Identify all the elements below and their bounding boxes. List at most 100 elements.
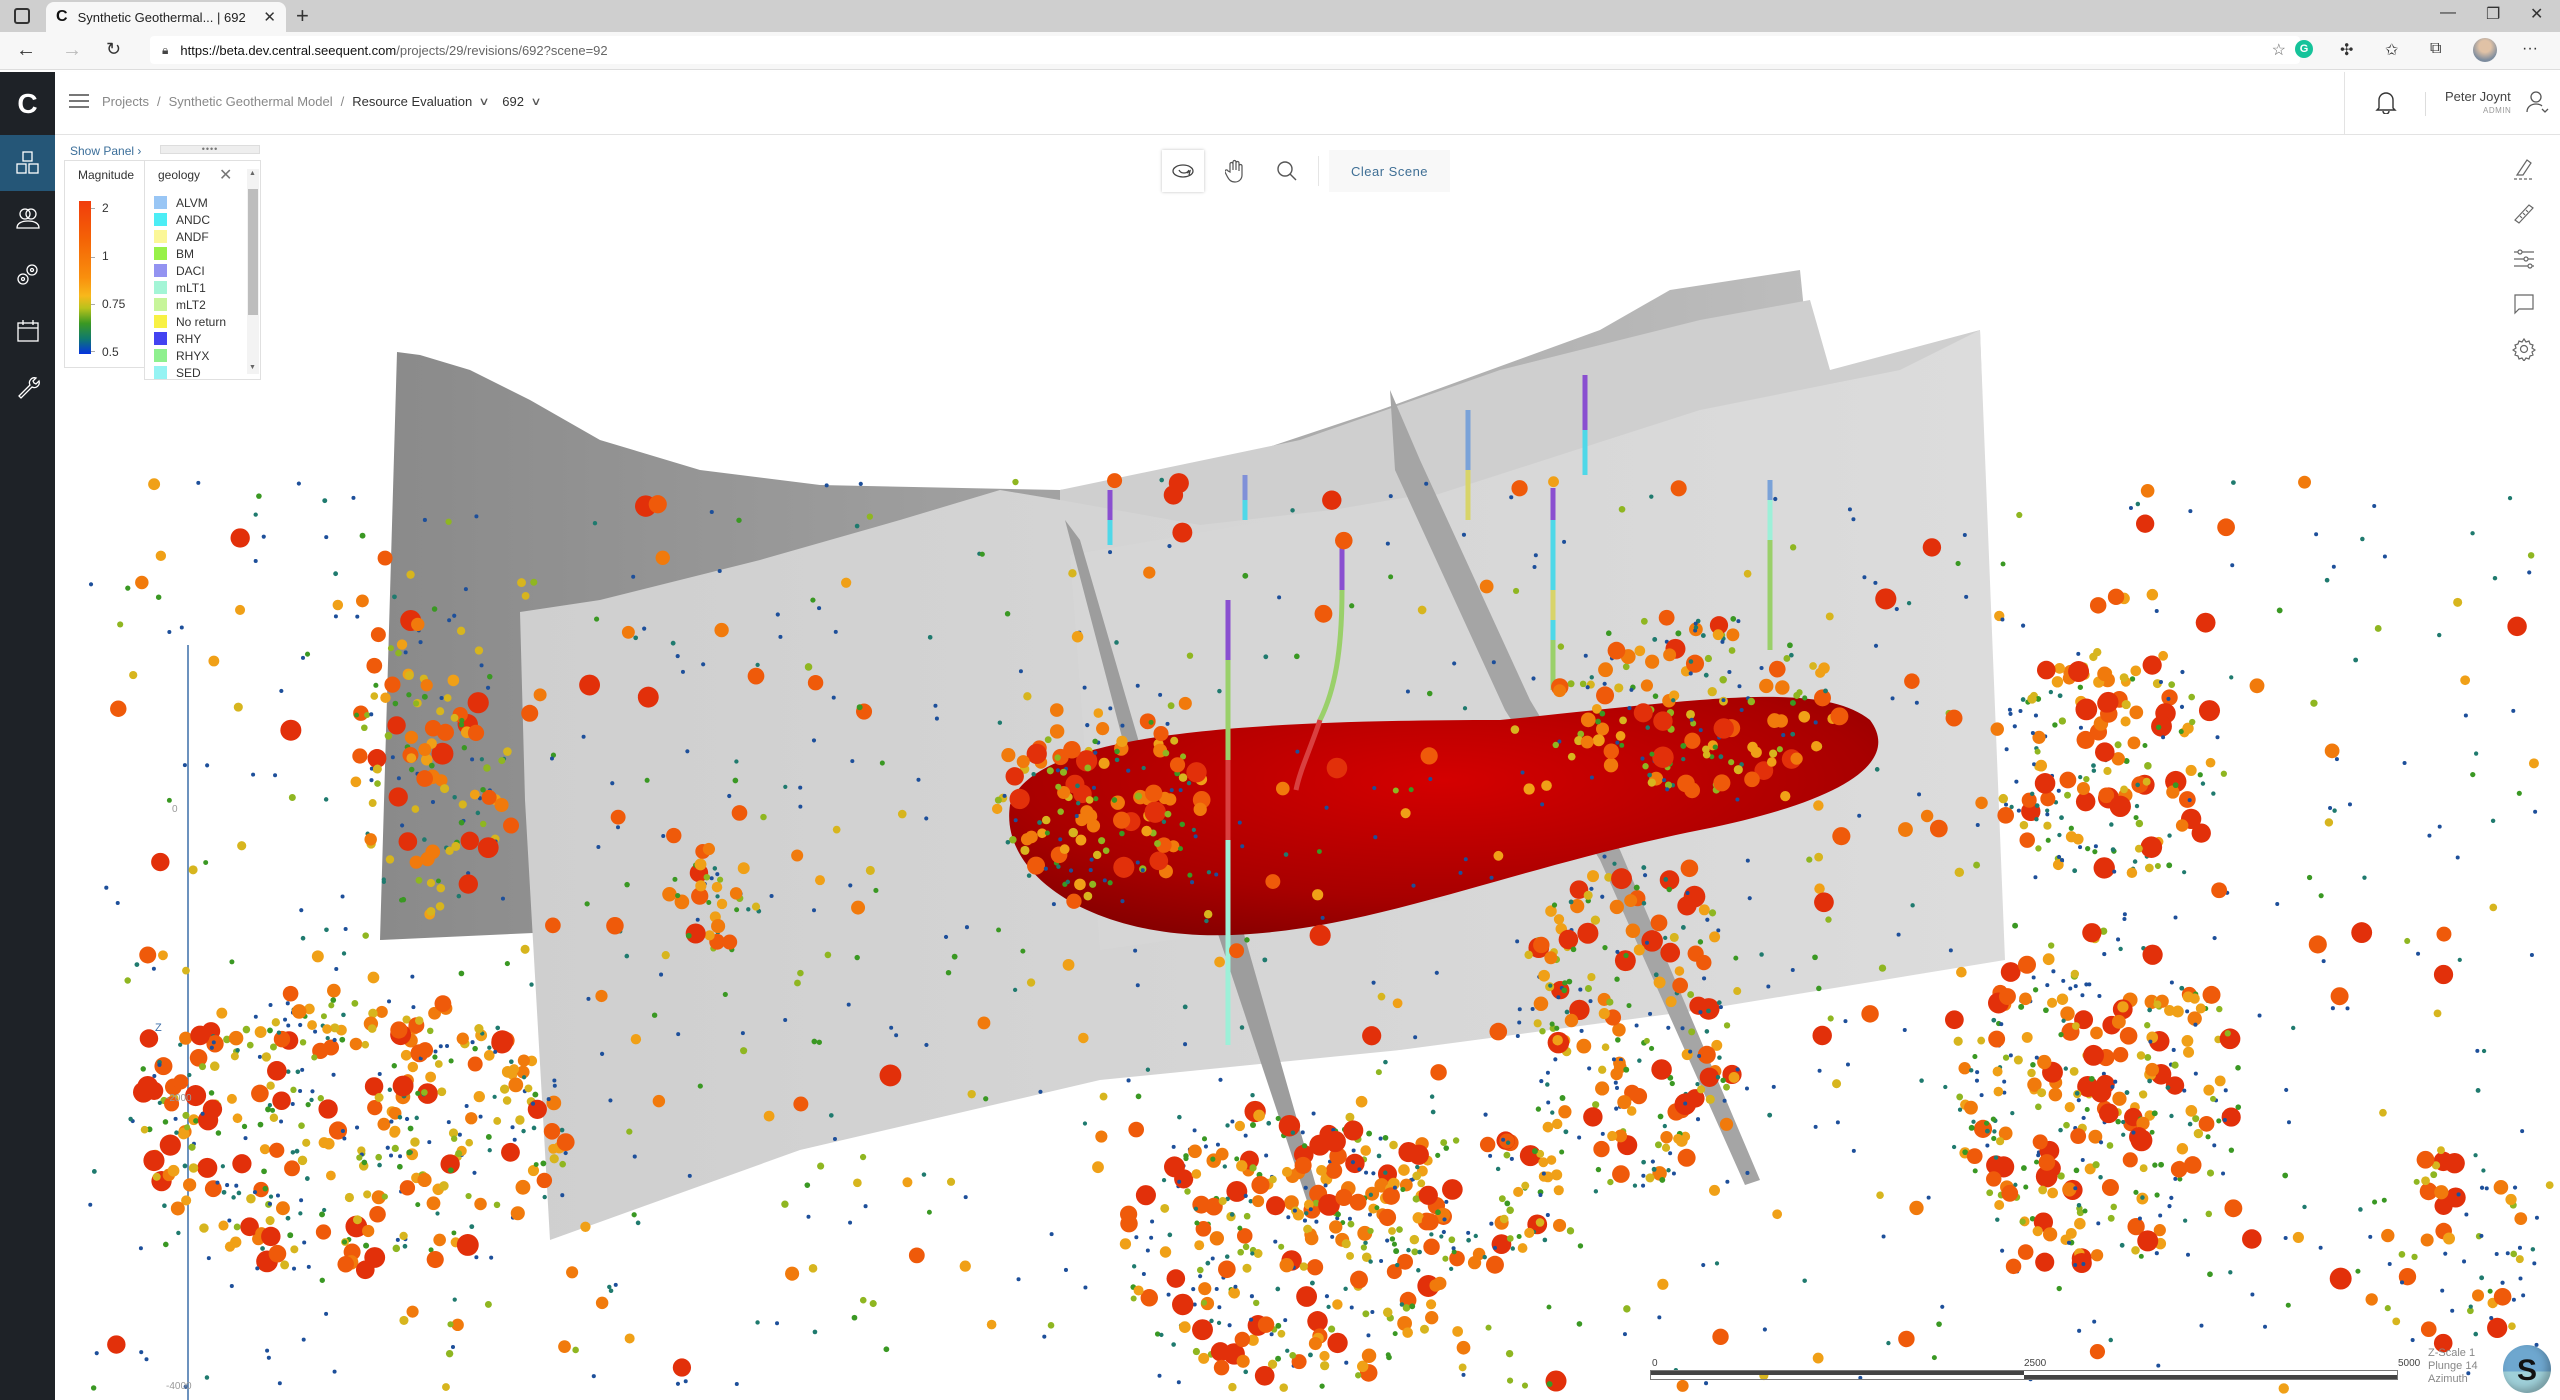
sidebar-item-users[interactable] xyxy=(0,191,55,247)
ruler-icon[interactable] xyxy=(2512,202,2536,226)
user-name[interactable]: Peter Joynt xyxy=(2445,89,2511,104)
browser-tab[interactable]: C Synthetic Geothermal... | 692 ✕ xyxy=(46,2,286,32)
browser-profile-avatar[interactable] xyxy=(2473,38,2497,62)
seismic-event xyxy=(2154,862,2161,870)
grammarly-icon[interactable]: G xyxy=(2295,40,2313,58)
sidebar-item-calendar[interactable] xyxy=(0,303,55,359)
orbit-tool-button[interactable] xyxy=(1162,150,1204,192)
show-panel-link[interactable]: Show Panel › xyxy=(70,144,141,158)
seismic-event xyxy=(1215,1142,1220,1147)
url-field[interactable]: 🔒︎ https://beta.dev.central.seequent.com… xyxy=(150,36,2300,64)
seismic-event xyxy=(863,1204,868,1209)
seismic-event xyxy=(373,682,379,688)
seismic-event xyxy=(1713,718,1734,739)
forward-icon[interactable]: → xyxy=(62,39,82,62)
seismic-event xyxy=(2080,993,2085,998)
seismic-event xyxy=(2158,1213,2163,1218)
scene-viewport[interactable] xyxy=(55,135,2560,1400)
sidebar-item-tools[interactable] xyxy=(0,359,55,415)
geology-legend-item[interactable]: mLT1 xyxy=(154,279,226,296)
breadcrumb-revision[interactable]: 692 xyxy=(502,94,524,109)
more-icon[interactable]: ··· xyxy=(2522,40,2538,58)
pan-tool-button[interactable] xyxy=(1214,150,1256,192)
seismic-event xyxy=(1510,1246,1515,1251)
reload-icon[interactable]: ↻ xyxy=(106,39,121,60)
legend-drag-handle[interactable]: •••• xyxy=(160,145,260,154)
gear-icon[interactable] xyxy=(2512,337,2536,361)
legend-scrollbar[interactable]: ▲ ▼ xyxy=(247,169,259,374)
tab-actions-icon[interactable] xyxy=(14,8,30,24)
seismic-event xyxy=(364,711,371,719)
add-favorite-icon[interactable]: ☆ xyxy=(2272,40,2286,60)
new-tab-icon[interactable]: + xyxy=(296,3,309,29)
scroll-up-icon[interactable]: ▲ xyxy=(249,170,256,177)
orientation-compass[interactable]: S xyxy=(2503,1345,2551,1393)
geology-legend-item[interactable]: ANDF xyxy=(154,228,226,245)
seismic-event xyxy=(1041,815,1051,825)
geology-legend-item[interactable]: ALVM xyxy=(154,194,226,211)
seismic-event xyxy=(2520,1129,2525,1134)
seismic-event xyxy=(1463,857,1468,862)
sidebar-item-models[interactable] xyxy=(0,135,55,191)
close-window-icon[interactable]: ✕ xyxy=(2530,4,2543,24)
seismic-event xyxy=(2045,808,2050,813)
seismic-event xyxy=(1972,1054,1978,1060)
scene-canvas[interactable] xyxy=(55,135,2560,1400)
comment-icon[interactable] xyxy=(2512,292,2536,316)
minimize-icon[interactable]: — xyxy=(2440,4,2456,22)
bell-icon[interactable] xyxy=(2375,90,2397,114)
seismic-event xyxy=(1135,683,1140,688)
seismic-event xyxy=(2362,875,2367,880)
seismic-event xyxy=(2286,1120,2291,1125)
seismic-event xyxy=(2012,724,2017,729)
seismic-event xyxy=(2494,1251,2499,1256)
tab-title: Synthetic Geothermal... | 692 xyxy=(77,9,246,25)
geology-legend-item[interactable]: ANDC xyxy=(154,211,226,228)
user-menu-icon[interactable] xyxy=(2525,90,2551,114)
breadcrumb-projects[interactable]: Projects xyxy=(102,94,149,109)
seismic-event xyxy=(1166,1269,1186,1288)
breadcrumb-branch[interactable]: Resource Evaluation xyxy=(352,94,472,109)
back-icon[interactable]: ← xyxy=(16,39,36,62)
sliders-icon[interactable] xyxy=(2512,247,2536,271)
geology-legend-item[interactable]: mLT2 xyxy=(154,296,226,313)
geology-legend-item[interactable]: No return xyxy=(154,313,226,330)
branch-chevron-down-icon[interactable]: ∨ xyxy=(479,95,490,108)
tab-close-icon[interactable]: ✕ xyxy=(263,8,276,26)
color-swatch xyxy=(154,315,167,328)
seismic-event xyxy=(1068,868,1074,873)
restore-icon[interactable]: ❐ xyxy=(2486,4,2500,24)
seismic-event xyxy=(1057,808,1064,815)
favorites-icon[interactable]: ✩ xyxy=(2385,40,2398,60)
seismic-event xyxy=(2229,675,2234,680)
collections-icon[interactable]: ⧉ xyxy=(2430,40,2441,58)
geology-legend-item[interactable]: RHYX xyxy=(154,347,226,364)
sidebar-item-settings[interactable] xyxy=(0,247,55,303)
clear-scene-button[interactable]: Clear Scene xyxy=(1329,150,1451,192)
seismic-event xyxy=(2475,1088,2481,1093)
seismic-event xyxy=(1252,1299,1260,1307)
seismic-event xyxy=(1595,1166,1602,1173)
menu-icon[interactable] xyxy=(69,94,89,108)
seismic-event xyxy=(1688,1049,1693,1054)
seismic-event xyxy=(659,972,664,977)
seismic-event xyxy=(1595,718,1601,725)
extensions-icon[interactable]: ✣ xyxy=(2340,40,2353,60)
geology-legend-item[interactable]: DACI xyxy=(154,262,226,279)
zoom-tool-button[interactable] xyxy=(1266,150,1308,192)
revision-chevron-down-icon[interactable]: ∨ xyxy=(530,95,541,108)
slice-icon[interactable] xyxy=(2512,157,2536,181)
geology-legend-item[interactable]: SED xyxy=(154,364,226,379)
seismic-event xyxy=(2235,1065,2241,1071)
geology-legend-item[interactable]: BM xyxy=(154,245,226,262)
close-legend-icon[interactable]: ✕ xyxy=(219,165,232,185)
breadcrumb-project[interactable]: Synthetic Geothermal Model xyxy=(169,94,333,109)
seismic-event xyxy=(1644,940,1649,945)
scroll-down-icon[interactable]: ▼ xyxy=(249,364,256,371)
geology-legend-item[interactable]: RHY xyxy=(154,330,226,347)
seismic-event xyxy=(1553,1057,1558,1062)
scrollbar-thumb[interactable] xyxy=(248,189,258,315)
seismic-event xyxy=(1725,1179,1730,1184)
app-logo[interactable]: C xyxy=(0,72,55,135)
seismic-event xyxy=(2416,951,2421,956)
